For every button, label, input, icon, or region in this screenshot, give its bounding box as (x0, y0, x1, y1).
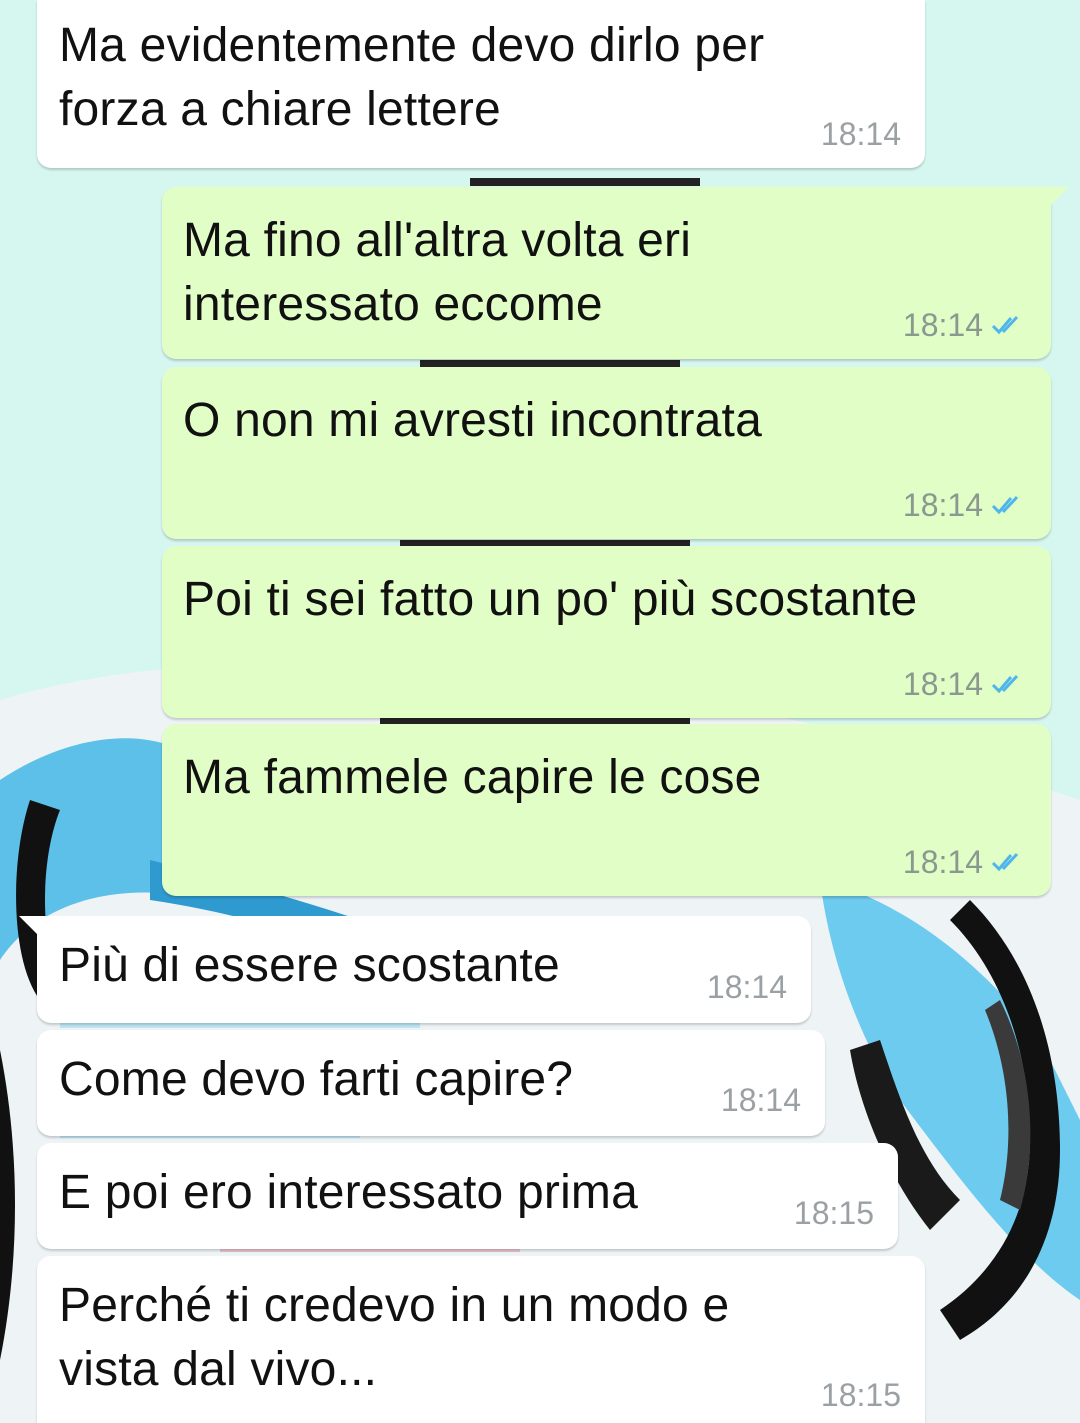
message-time: 18:14 (706, 969, 787, 1005)
message-bubble-outgoing[interactable]: Poi ti sei fatto un po' più scostante 18… (162, 546, 1051, 718)
message-bubble-outgoing[interactable]: O non mi avresti incontrata 18:14 (162, 367, 1051, 539)
message-time: 18:15 (793, 1195, 874, 1231)
message-meta: 18:14 (903, 844, 1027, 880)
message-meta: 18:14 (707, 969, 787, 1005)
message-time: 18:14 (902, 487, 983, 523)
message-text: Poi ti sei fatto un po' più scostante (183, 573, 918, 626)
message-bubble-incoming[interactable]: Come devo farti capire? 18:14 (37, 1030, 825, 1136)
double-check-icon (991, 852, 1019, 872)
message-meta: 18:14 (903, 666, 1027, 702)
message-text: Come devo farti capire? (59, 1053, 574, 1106)
message-bubble-incoming[interactable]: E poi ero interessato prima 18:15 (37, 1143, 898, 1249)
message-bubble-outgoing[interactable]: Ma fino all'altra volta eri interessato … (162, 187, 1069, 359)
message-meta: 18:15 (821, 1377, 901, 1413)
message-time: 18:14 (902, 666, 983, 702)
message-text: Ma fino all'altra volta eri interessato … (183, 214, 692, 331)
message-bubble-incoming[interactable]: Ma evidentemente devo dirlo per forza a … (37, 0, 925, 168)
bubble-tail (19, 916, 37, 934)
message-text: E poi ero interessato prima (59, 1166, 639, 1219)
message-meta: 18:14 (821, 116, 901, 152)
message-time: 18:14 (902, 307, 983, 343)
message-text: Ma evidentemente devo dirlo per forza a … (59, 19, 765, 136)
message-bubble-outgoing[interactable]: Ma fammele capire le cose 18:14 (162, 724, 1051, 896)
message-meta: 18:14 (721, 1082, 801, 1118)
message-text: Più di essere scostante (59, 939, 560, 992)
message-time: 18:14 (902, 844, 983, 880)
message-text: Perché ti credevo in un modo e vista dal… (59, 1279, 730, 1396)
message-meta: 18:15 (794, 1195, 874, 1231)
message-time: 18:15 (820, 1377, 901, 1413)
message-bubble-incoming[interactable]: Più di essere scostante 18:14 (19, 916, 811, 1023)
double-check-icon (991, 315, 1019, 335)
message-time: 18:14 (720, 1082, 801, 1118)
bubble-tail (1051, 187, 1069, 205)
message-meta: 18:14 (903, 307, 1027, 343)
message-bubble-incoming[interactable]: Perché ti credevo in un modo e vista dal… (37, 1256, 925, 1423)
message-time: 18:14 (820, 116, 901, 152)
double-check-icon (991, 674, 1019, 694)
message-text: Ma fammele capire le cose (183, 751, 762, 804)
message-text: O non mi avresti incontrata (183, 394, 762, 447)
message-meta: 18:14 (903, 487, 1027, 523)
double-check-icon (991, 495, 1019, 515)
